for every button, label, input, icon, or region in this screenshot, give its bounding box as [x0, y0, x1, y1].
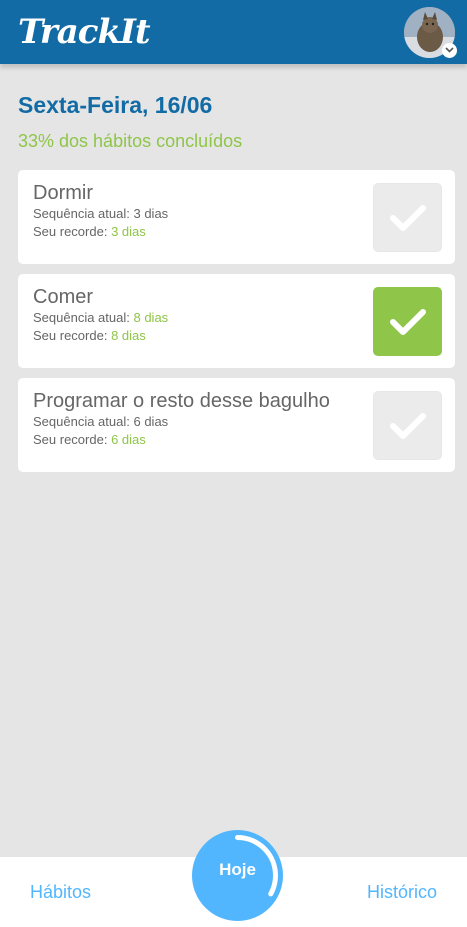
page-title: Sexta-Feira, 16/06 — [18, 92, 213, 118]
streak-value: 3 dias — [133, 206, 169, 221]
today-page: Sexta-Feira, 16/06 33% dos hábitos concl… — [0, 64, 467, 482]
habit-card: Comer Sequência atual: 8 dias Seu record… — [18, 274, 455, 368]
habit-card: Dormir Sequência atual: 3 dias Seu recor… — [18, 170, 455, 264]
streak-label: Sequência atual: — [33, 414, 130, 429]
record-value: 6 dias — [111, 432, 146, 447]
habit-check-button[interactable] — [373, 183, 442, 252]
habit-list: Dormir Sequência atual: 3 dias Seu recor… — [18, 170, 455, 472]
record-value: 8 dias — [111, 328, 146, 343]
record-label: Seu recorde: — [33, 432, 108, 447]
nav-today-label: Hoje — [219, 859, 256, 879]
record-label: Seu recorde: — [33, 224, 108, 239]
nav-habits-link[interactable]: Hábitos — [30, 882, 91, 903]
streak-value: 6 dias — [133, 414, 169, 429]
record-value: 3 dias — [111, 224, 146, 239]
habit-check-button[interactable] — [373, 391, 442, 460]
habit-check-button[interactable] — [373, 287, 442, 356]
checkmark-icon — [389, 308, 426, 335]
record-label: Seu recorde: — [33, 328, 108, 343]
app-logo: TrackIt — [18, 12, 151, 52]
streak-label: Sequência atual: — [33, 310, 130, 325]
nav-today-button[interactable]: Hoje — [192, 830, 283, 921]
nav-history-link[interactable]: Histórico — [367, 882, 437, 903]
chevron-down-icon[interactable] — [442, 42, 457, 58]
habit-card: Programar o resto desse bagulho Sequênci… — [18, 378, 455, 472]
checkmark-icon — [389, 204, 426, 231]
streak-label: Sequência atual: — [33, 206, 130, 221]
top-bar: TrackIt — [0, 0, 467, 64]
progress-summary: 33% dos hábitos concluídos — [18, 131, 243, 151]
streak-value: 8 dias — [133, 310, 169, 325]
checkmark-icon — [389, 412, 426, 439]
user-menu[interactable] — [404, 6, 457, 58]
